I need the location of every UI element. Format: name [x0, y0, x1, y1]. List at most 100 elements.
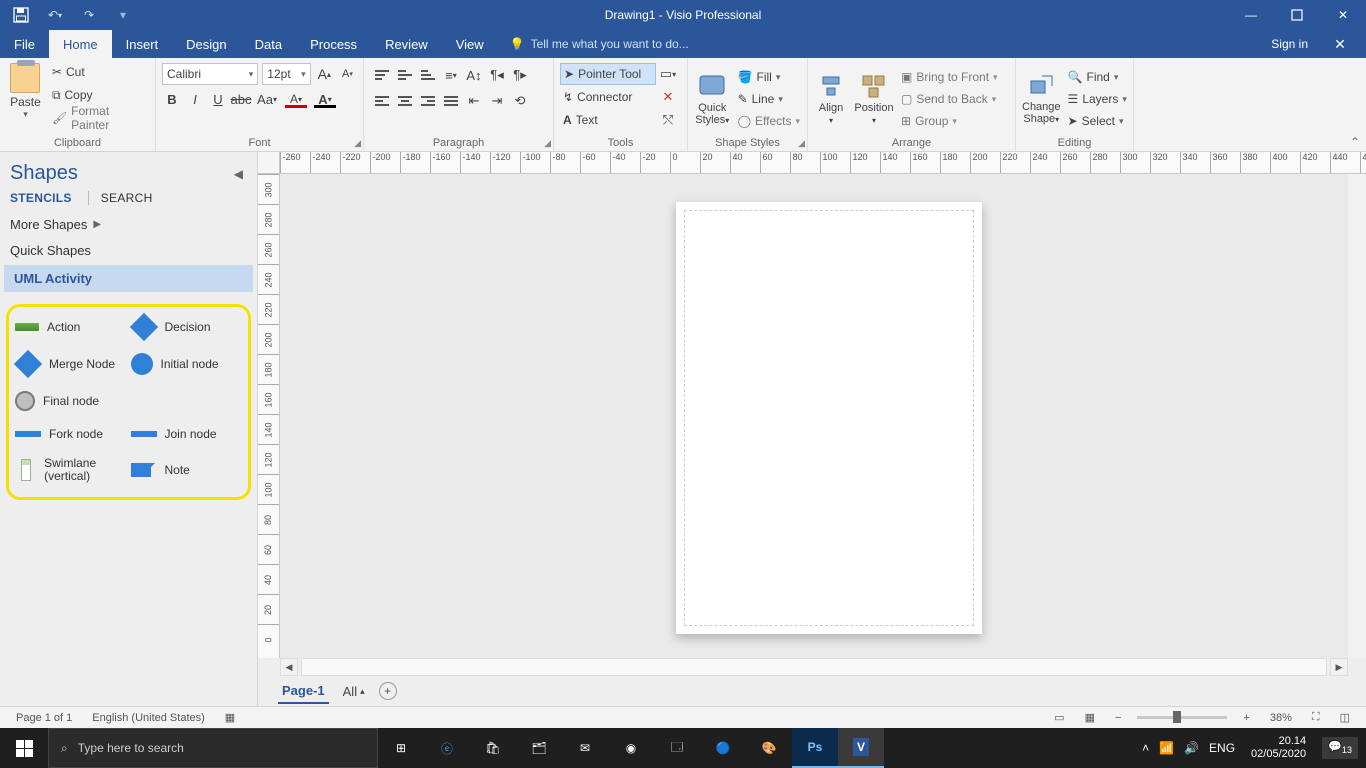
status-page[interactable]: Page 1 of 1: [6, 712, 82, 724]
zoom-slider[interactable]: [1137, 716, 1227, 719]
tab-review[interactable]: Review: [371, 30, 442, 58]
maximize-button[interactable]: [1274, 0, 1320, 30]
effects-button[interactable]: ◯Effects: [735, 110, 803, 132]
taskbar-app1[interactable]: 🗔: [654, 728, 700, 768]
taskbar-app2[interactable]: 🔵: [700, 728, 746, 768]
taskbar-visio[interactable]: V: [838, 728, 884, 768]
tray-wifi-icon[interactable]: 📶: [1159, 741, 1174, 755]
pan-zoom-button[interactable]: ◫: [1330, 711, 1360, 724]
ltr-button[interactable]: ¶▸: [510, 65, 530, 85]
bold-button[interactable]: B: [162, 89, 182, 109]
tray-clock[interactable]: 20.14 02/05/2020: [1245, 735, 1312, 761]
collapse-ribbon-button[interactable]: ⌃: [1350, 135, 1360, 149]
align-right-button[interactable]: [418, 91, 438, 111]
taskbar-store[interactable]: 🛍: [470, 728, 516, 768]
shape-note[interactable]: Note: [131, 457, 243, 483]
shape-initial-node[interactable]: Initial node: [131, 353, 243, 375]
tab-process[interactable]: Process: [296, 30, 371, 58]
align-left-button[interactable]: [372, 91, 392, 111]
view-presentation-button[interactable]: ▦: [1075, 711, 1105, 724]
tab-home[interactable]: Home: [49, 30, 112, 58]
decrease-indent-button[interactable]: ⇤: [464, 91, 484, 111]
select-button[interactable]: ➤Select: [1065, 110, 1130, 132]
italic-button[interactable]: I: [185, 89, 205, 109]
qat-customize[interactable]: ▾: [112, 4, 134, 26]
fill-button[interactable]: 🪣Fill: [735, 66, 803, 88]
search-tab[interactable]: SEARCH: [88, 191, 153, 205]
underline-button[interactable]: U: [208, 89, 228, 109]
shape-styles-dialog-launcher[interactable]: ◢: [798, 138, 805, 149]
drawing-page[interactable]: [676, 202, 982, 634]
shape-join-node[interactable]: Join node: [131, 427, 243, 441]
line-button[interactable]: ✎Line: [735, 88, 803, 110]
drawing-surface[interactable]: [280, 174, 1348, 658]
pointer-tool-button[interactable]: ➤Pointer Tool: [560, 63, 656, 85]
shrink-font-button[interactable]: A▾: [338, 64, 357, 84]
all-pages-button[interactable]: All▴: [343, 684, 365, 699]
position-big-button[interactable]: Position▾: [852, 72, 896, 125]
sign-in-link[interactable]: Sign in: [1259, 37, 1320, 51]
group-button[interactable]: ⊞Group: [898, 110, 1001, 132]
align-bottom-button[interactable]: [418, 65, 438, 85]
layers-button[interactable]: ☰Layers: [1065, 88, 1130, 110]
collapse-shapes-button[interactable]: ◀: [230, 163, 247, 185]
vertical-scrollbar[interactable]: [1348, 174, 1366, 658]
quick-styles-button[interactable]: QuickStyles▾: [692, 70, 733, 127]
scroll-right-button[interactable]: ▶: [1330, 658, 1348, 676]
status-language[interactable]: English (United States): [82, 712, 215, 724]
horizontal-scrollbar[interactable]: [301, 658, 1327, 676]
status-macro-icon[interactable]: ▦: [215, 711, 245, 724]
rotate-text-button[interactable]: ⟲: [510, 91, 530, 111]
taskbar-explorer[interactable]: 🗂: [516, 728, 562, 768]
taskbar-edge[interactable]: ⓔ: [424, 728, 470, 768]
highlight-button[interactable]: A▾: [283, 89, 309, 109]
connection-point-button[interactable]: ⤲: [658, 110, 678, 130]
shape-decision[interactable]: Decision: [131, 317, 243, 337]
tray-volume-icon[interactable]: 🔊: [1184, 741, 1199, 755]
change-case-button[interactable]: Aa▾: [254, 89, 280, 109]
align-center-button[interactable]: [395, 91, 415, 111]
cut-button[interactable]: ✂Cut: [49, 61, 151, 83]
undo-button[interactable]: ↶▾: [44, 4, 66, 26]
minimize-button[interactable]: —: [1228, 0, 1274, 30]
taskbar-search[interactable]: ⌕Type here to search: [48, 728, 378, 768]
redo-button[interactable]: ↷: [78, 4, 100, 26]
tab-file[interactable]: File: [0, 30, 49, 58]
taskbar-photoshop[interactable]: Ps: [792, 728, 838, 768]
text-tool-button[interactable]: AText: [560, 109, 656, 131]
tray-notifications[interactable]: 💬13: [1322, 737, 1358, 758]
send-to-back-button[interactable]: ▢Send to Back: [898, 88, 1001, 110]
align-big-button[interactable]: Align▾: [812, 72, 850, 125]
page-tab-1[interactable]: Page-1: [278, 679, 329, 704]
current-stencil[interactable]: UML Activity: [4, 265, 253, 292]
tray-lang[interactable]: ENG: [1209, 741, 1235, 755]
more-shapes-link[interactable]: More Shapes▶: [0, 211, 257, 238]
taskbar-paint[interactable]: 🎨: [746, 728, 792, 768]
rtl-button[interactable]: ¶◂: [487, 65, 507, 85]
tab-view[interactable]: View: [442, 30, 498, 58]
paragraph-dialog-launcher[interactable]: ◢: [544, 138, 551, 149]
close-button[interactable]: ✕: [1320, 0, 1366, 30]
save-button[interactable]: [10, 4, 32, 26]
font-color-button[interactable]: A▾: [312, 89, 338, 109]
zoom-out-button[interactable]: −: [1105, 712, 1131, 724]
shape-final-node[interactable]: Final node: [15, 391, 127, 411]
copy-button[interactable]: ⧉Copy: [49, 84, 151, 106]
shape-fork-node[interactable]: Fork node: [15, 427, 127, 441]
rectangle-tool-button[interactable]: ▭▾: [658, 64, 678, 84]
taskbar-chrome[interactable]: ◉: [608, 728, 654, 768]
paste-button[interactable]: Paste ▾: [4, 61, 47, 135]
find-button[interactable]: 🔍Find: [1065, 66, 1130, 88]
quick-shapes-link[interactable]: Quick Shapes: [0, 238, 257, 263]
scroll-left-button[interactable]: ◀: [280, 658, 298, 676]
align-middle-button[interactable]: [395, 65, 415, 85]
start-button[interactable]: [0, 728, 48, 768]
font-dialog-launcher[interactable]: ◢: [354, 138, 361, 149]
tray-chevron-icon[interactable]: ˄: [1142, 741, 1149, 755]
zoom-in-button[interactable]: +: [1233, 712, 1259, 724]
tab-insert[interactable]: Insert: [112, 30, 173, 58]
zoom-level[interactable]: 38%: [1260, 712, 1302, 724]
stencils-tab[interactable]: STENCILS: [10, 191, 72, 205]
shape-merge-node[interactable]: Merge Node: [15, 353, 127, 375]
taskbar-mail[interactable]: ✉: [562, 728, 608, 768]
